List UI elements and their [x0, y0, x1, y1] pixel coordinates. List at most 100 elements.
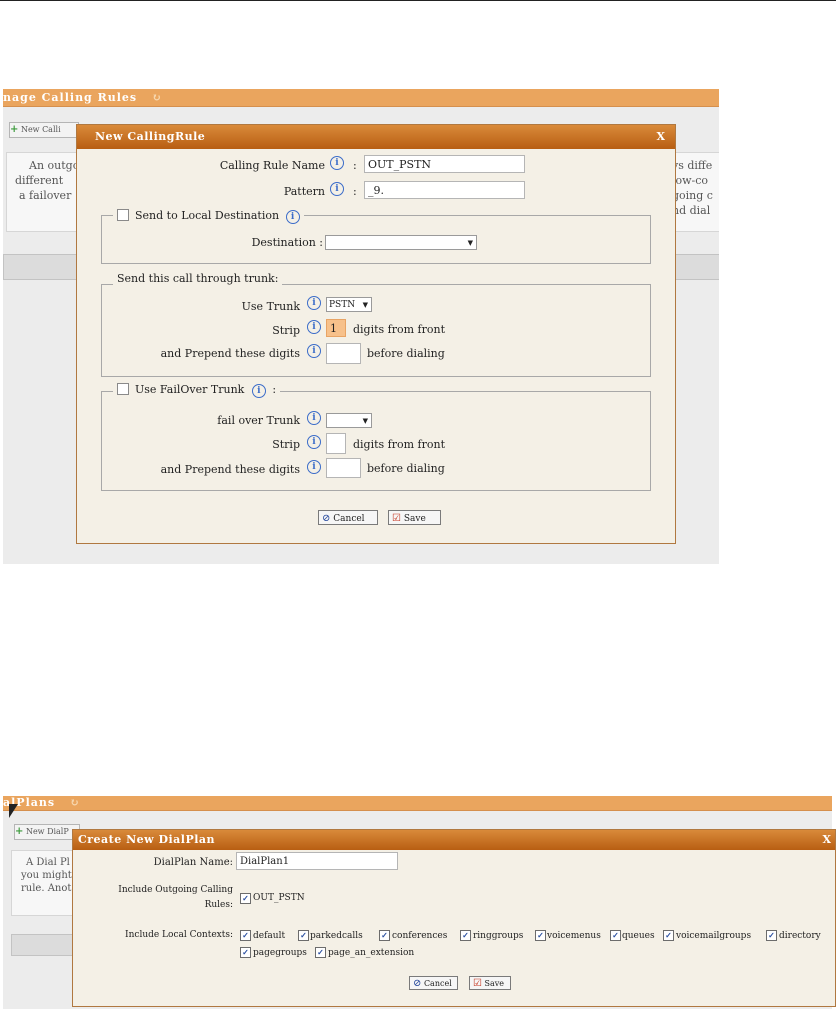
- strip-input[interactable]: 1: [326, 319, 346, 337]
- failover-legend-text: Use FailOver Trunk: [135, 383, 245, 396]
- use-trunk-label: Use Trunk: [241, 300, 300, 313]
- use-trunk-value: PSTN: [329, 300, 356, 310]
- pattern-input[interactable]: _9.: [364, 181, 525, 199]
- context-checkbox[interactable]: ✓: [535, 930, 546, 941]
- context-label: directory: [779, 931, 821, 941]
- context-checkbox[interactable]: ✓: [460, 930, 471, 941]
- plus-icon: +: [15, 826, 24, 837]
- context-label: voicemailgroups: [676, 931, 752, 941]
- local-destination-legend-text: Send to Local Destination: [135, 209, 280, 222]
- refresh-icon[interactable]: ↻: [70, 796, 80, 809]
- send-to-local-checkbox[interactable]: [117, 209, 129, 221]
- context-checkbox[interactable]: ✓: [315, 947, 326, 958]
- calling-rules-title: nage Calling Rules: [3, 91, 138, 104]
- close-icon[interactable]: X: [656, 125, 665, 149]
- failover-prepend-input[interactable]: [326, 458, 361, 478]
- include-outgoing-label-2: Rules:: [204, 900, 233, 910]
- failover-strip-label: Strip: [272, 438, 300, 451]
- info-icon[interactable]: i: [307, 411, 321, 425]
- info-icon[interactable]: i: [307, 296, 321, 310]
- strip-label: Strip: [272, 324, 300, 337]
- before-dialing-text: before dialing: [367, 347, 445, 360]
- info-icon[interactable]: i: [307, 320, 321, 334]
- failover-before-dialing-text: before dialing: [367, 462, 445, 475]
- cancel-button[interactable]: ⊘ Cancel: [318, 510, 378, 525]
- failover-digits-from-front-text: digits from front: [353, 438, 446, 451]
- dialog-title-bar[interactable]: Create New DialPlan: [73, 830, 835, 850]
- save-button[interactable]: ☑ Save: [469, 976, 511, 990]
- outgoing-rule-label: OUT_PSTN: [253, 893, 305, 903]
- save-button[interactable]: ☑ Save: [388, 510, 441, 525]
- use-failover-checkbox[interactable]: [117, 383, 129, 395]
- dialplans-header: alPlans ↻: [3, 796, 832, 811]
- mouse-cursor-icon: [9, 804, 18, 818]
- include-contexts-label: Include Local Contexts:: [125, 930, 233, 940]
- context-label: voicemenus: [547, 931, 601, 941]
- info-icon[interactable]: i: [307, 460, 321, 474]
- dialplan-name-label: DialPlan Name:: [153, 857, 233, 868]
- new-calling-rule-label: New Calli: [20, 125, 61, 134]
- save-label: Save: [403, 514, 426, 524]
- info-icon[interactable]: i: [307, 344, 321, 358]
- cancel-icon: ⊘: [413, 978, 422, 989]
- local-destination-legend: Send to Local Destination i: [113, 209, 304, 224]
- new-dialplan-button[interactable]: + New DialP: [14, 824, 80, 840]
- failover-prepend-label: and Prepend these digits: [160, 463, 300, 476]
- info-icon[interactable]: i: [285, 210, 300, 224]
- chevron-down-icon: ▼: [362, 417, 368, 425]
- dialog-title: Create New DialPlan: [78, 833, 216, 846]
- plus-icon: +: [10, 124, 19, 135]
- page-top-rule: [0, 0, 836, 1]
- colon: :: [353, 185, 357, 198]
- calling-rule-name-input[interactable]: OUT_PSTN: [364, 155, 525, 173]
- desc-line: a failover: [19, 189, 72, 202]
- refresh-icon[interactable]: ↻: [152, 91, 162, 104]
- failover-trunk-label: fail over Trunk: [217, 414, 300, 427]
- context-checkbox[interactable]: ✓: [663, 930, 674, 941]
- save-icon: ☑: [392, 513, 401, 524]
- outgoing-rule-checkbox[interactable]: ✓: [240, 893, 251, 904]
- context-checkbox[interactable]: ✓: [240, 930, 251, 941]
- context-label: conferences: [392, 931, 448, 941]
- context-label: default: [253, 931, 286, 941]
- context-checkbox[interactable]: ✓: [298, 930, 309, 941]
- context-label: page_an_extension: [328, 948, 415, 958]
- destination-label: Destination :: [251, 236, 323, 249]
- desc-line: An outgo: [29, 159, 80, 172]
- info-icon[interactable]: i: [330, 156, 344, 170]
- colon: :: [353, 159, 357, 172]
- save-label: Save: [484, 979, 505, 988]
- new-dialplan-label: New DialP: [25, 827, 69, 836]
- context-checkbox[interactable]: ✓: [240, 947, 251, 958]
- dialog-title: New CallingRule: [95, 130, 206, 143]
- failover-strip-input[interactable]: [326, 433, 346, 454]
- dialog-title-bar[interactable]: New CallingRule: [77, 125, 675, 149]
- cancel-label: Cancel: [423, 979, 452, 988]
- colon: :: [272, 383, 277, 396]
- info-icon[interactable]: i: [307, 435, 321, 449]
- context-checkbox[interactable]: ✓: [379, 930, 390, 941]
- dialplans-description-left: A Dial Pl you might rule. Anot: [11, 850, 77, 916]
- chevron-down-icon: ▼: [467, 239, 473, 247]
- prepend-label: and Prepend these digits: [160, 347, 300, 360]
- desc-line: different: [15, 174, 64, 187]
- context-label: queues: [622, 931, 655, 941]
- trunk-legend: Send this call through trunk:: [113, 272, 283, 285]
- prepend-input[interactable]: [326, 343, 361, 364]
- info-icon[interactable]: i: [251, 384, 266, 398]
- failover-legend: Use FailOver Trunk i :: [113, 383, 281, 398]
- destination-select[interactable]: ▼: [325, 235, 477, 250]
- save-icon: ☑: [473, 978, 482, 989]
- dialplan-name-input[interactable]: DialPlan1: [236, 852, 398, 870]
- cancel-icon: ⊘: [322, 513, 331, 524]
- context-checkbox[interactable]: ✓: [610, 930, 621, 941]
- use-trunk-select[interactable]: PSTN ▼: [326, 297, 372, 312]
- desc-line: you might: [21, 870, 72, 881]
- new-calling-rule-button[interactable]: + New Calli: [9, 122, 79, 138]
- context-checkbox[interactable]: ✓: [766, 930, 777, 941]
- close-icon[interactable]: X: [822, 830, 831, 850]
- failover-trunk-select[interactable]: ▼: [326, 413, 372, 428]
- cancel-button[interactable]: ⊘ Cancel: [409, 976, 458, 990]
- info-icon[interactable]: i: [330, 182, 344, 196]
- dialplans-table-header-bar: [11, 934, 79, 956]
